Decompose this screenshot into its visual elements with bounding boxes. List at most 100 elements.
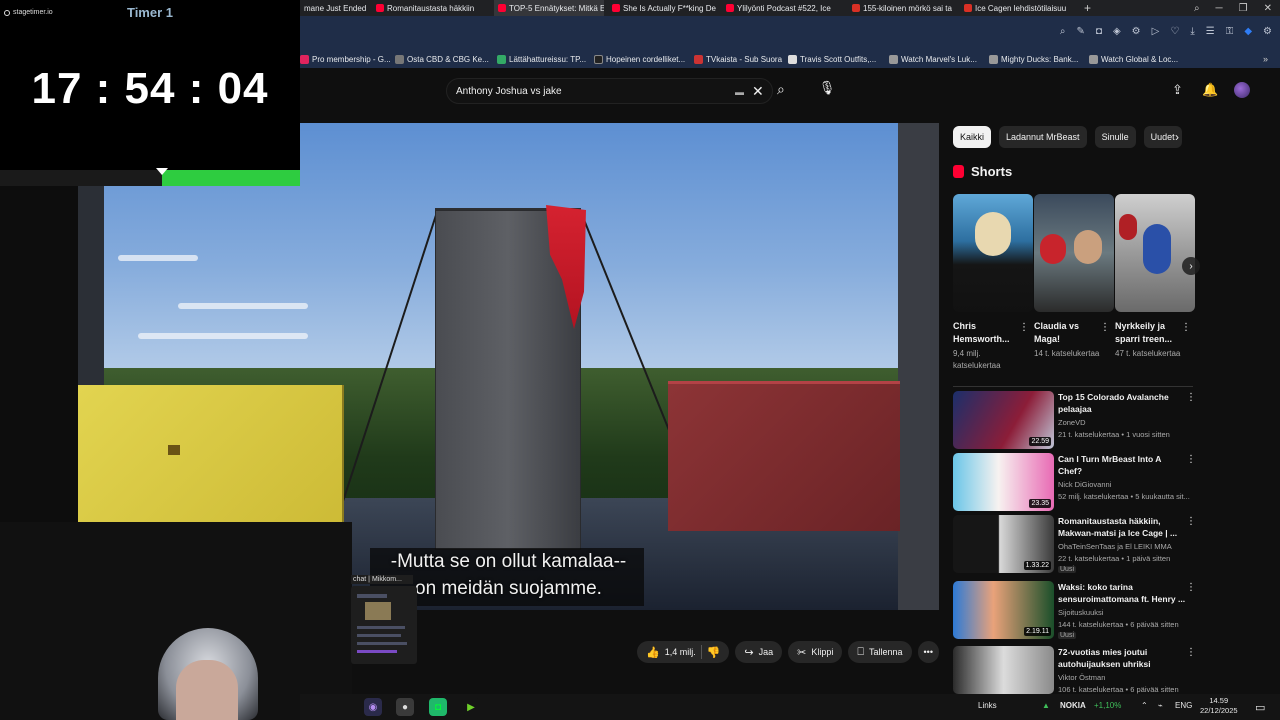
browser-tab[interactable]: mane Just Ended |	[300, 0, 368, 16]
more-icon[interactable]: ⋮	[1019, 322, 1029, 333]
search-tabs-icon[interactable]: ⌕	[1194, 3, 1200, 14]
minimize-icon[interactable]: ─	[1216, 3, 1223, 14]
shorts-next-button[interactable]: ›	[1182, 257, 1200, 275]
browser-app-icon[interactable]: ◉	[364, 698, 382, 716]
stream-app-icon[interactable]: ▶	[462, 698, 480, 716]
notification-center-icon[interactable]: ▭	[1255, 701, 1265, 714]
browser-tab[interactable]: She Is Actually F**king De	[608, 0, 718, 16]
chip-mrbeast[interactable]: Ladannut MrBeast	[999, 126, 1087, 148]
edit-icon[interactable]: ✎	[1077, 26, 1085, 37]
bookmark-item[interactable]: Mighty Ducks: Bank...	[989, 55, 1078, 64]
dislike-icon[interactable]: 👎	[707, 646, 721, 659]
more-icon[interactable]: ⋮	[1186, 454, 1196, 465]
like-count[interactable]: 1,4 milj.	[665, 647, 696, 657]
list-item[interactable]: 23.35 Can I Turn MrBeast Into A Chef? Ni…	[953, 453, 1198, 513]
video-thumbnail[interactable]: 22.59	[953, 391, 1054, 449]
discord-icon[interactable]: ◘	[429, 698, 447, 716]
extension-icon[interactable]: ◆	[1244, 26, 1252, 37]
bookmark-item[interactable]: Osta CBD & CBG Ke...	[395, 55, 489, 64]
new-tab-button[interactable]: +	[1080, 0, 1096, 16]
bookmark-item[interactable]: Watch Marvel's Luk...	[889, 55, 977, 64]
bookmark-item[interactable]: Hopeinen cordelliket...	[594, 55, 685, 64]
list-item[interactable]: 72-vuotias mies joutui autohuijauksen uh…	[953, 646, 1198, 694]
short-thumbnail[interactable]	[1115, 194, 1195, 312]
search-button[interactable]: ⌕	[777, 81, 785, 98]
more-icon[interactable]: ⋮	[1186, 516, 1196, 527]
bookmark-item[interactable]: Lättähattureissu: TP...	[497, 55, 586, 64]
short-title[interactable]: Chris Hemsworth...	[953, 320, 1015, 346]
channel-name[interactable]: Sijoituskuuksi	[1058, 608, 1103, 617]
video-title[interactable]: Top 15 Colorado Avalanche pelaajaa	[1058, 391, 1186, 415]
network-icon[interactable]: ⌁	[1158, 701, 1163, 710]
system-clock[interactable]: 14.59 22/12/2025	[1200, 696, 1238, 716]
video-title[interactable]: 72-vuotias mies joutui autohuijauksen uh…	[1058, 646, 1186, 670]
notifications-icon[interactable]: 🔔	[1202, 82, 1218, 98]
browser-tab[interactable]: TOP-5 Ennätykset: Mitkä E	[494, 0, 604, 16]
list-item[interactable]: 1.33.22 Romanitaustasta häkkiin, Makwan-…	[953, 515, 1198, 575]
video-thumbnail[interactable]: 2.19.11	[953, 581, 1054, 639]
upload-icon[interactable]: ⇪	[1172, 82, 1183, 98]
like-icon[interactable]: 👍	[646, 646, 660, 659]
short-thumbnail[interactable]	[953, 194, 1033, 312]
video-title[interactable]: Waksi: koko tarina sensuroimattomana ft.…	[1058, 581, 1186, 605]
save-button[interactable]: ⎕ Tallenna	[848, 641, 912, 663]
links-toolbar[interactable]: Links	[978, 701, 997, 710]
video-thumbnail[interactable]: 23.35	[953, 453, 1054, 511]
video-title[interactable]: Romanitaustasta häkkiin, Makwan-matsi ja…	[1058, 515, 1186, 539]
clip-button[interactable]: ✂ Klippi	[788, 641, 843, 663]
list-item[interactable]: 22.59 Top 15 Colorado Avalanche pelaajaa…	[953, 391, 1198, 451]
bookmark-item[interactable]: Travis Scott Outfits,...	[788, 55, 876, 64]
heart-icon[interactable]: ♡	[1170, 26, 1179, 37]
short-item[interactable]: Chris Hemsworth... ⋮ 9,4 milj. katseluke…	[953, 194, 1033, 370]
chip-for-you[interactable]: Sinulle	[1094, 126, 1136, 148]
app-icon[interactable]: ●	[396, 698, 414, 716]
bookmark-item[interactable]: Watch Global & Loc...	[1089, 55, 1178, 64]
more-actions-button[interactable]: •••	[917, 641, 939, 663]
taskbar-preview-window[interactable]	[351, 586, 417, 664]
more-icon[interactable]: ⋮	[1181, 322, 1191, 333]
search-input[interactable]: Anthony Joshua vs jake	[446, 78, 773, 104]
browser-tab[interactable]: 155-kiloinen mörkö sai ta	[848, 0, 956, 16]
video-thumbnail[interactable]: 1.33.22	[953, 515, 1054, 573]
browser-tab[interactable]: Ylilyönti Podcast #522, Ice	[722, 0, 834, 16]
share-button[interactable]: ↪ Jaa	[735, 641, 783, 663]
settings-icon[interactable]: ⚙	[1132, 26, 1141, 37]
video-title[interactable]: Can I Turn MrBeast Into A Chef?	[1058, 453, 1186, 477]
browser-tab[interactable]: Romanitaustasta häkkiin	[372, 0, 490, 16]
clear-search-icon[interactable]: ✕	[752, 83, 764, 100]
voice-search-icon[interactable]: 🎙	[818, 80, 836, 98]
close-icon[interactable]: ✕	[1264, 3, 1272, 14]
more-icon[interactable]: ⋮	[1186, 392, 1196, 403]
more-icon[interactable]: ⋮	[1186, 647, 1196, 658]
bookmarks-overflow-button[interactable]: »	[1263, 54, 1268, 64]
shield-icon[interactable]: ◈	[1113, 26, 1121, 37]
channel-name[interactable]: Nick DiGiovanni	[1058, 480, 1111, 489]
camera-icon[interactable]: ◘	[1096, 26, 1102, 37]
short-item[interactable]: Nyrkkeily ja sparri treen... ⋮ 47 t. kat…	[1115, 194, 1195, 358]
list-item[interactable]: 2.19.11 Waksi: koko tarina sensuroimatto…	[953, 581, 1198, 641]
chevron-up-icon[interactable]: ⌃	[1141, 701, 1148, 710]
browser-tab[interactable]: Ice Cagen lehdistötilaisuu	[960, 0, 1072, 16]
search-icon[interactable]: ⌕	[1060, 26, 1066, 37]
bookmark-item[interactable]: Pro membership - G...	[300, 55, 391, 64]
restore-icon[interactable]: ❐	[1239, 3, 1248, 14]
lock-icon[interactable]: ⚿	[1226, 26, 1234, 37]
avatar[interactable]	[1234, 82, 1250, 98]
language-indicator[interactable]: ENG	[1175, 701, 1192, 710]
chip-all[interactable]: Kaikki	[953, 126, 992, 148]
channel-name[interactable]: OhaTeinSenTaas ja El LEIKI MMA	[1058, 542, 1172, 551]
channel-name[interactable]: Viktor Östman	[1058, 673, 1105, 682]
play-icon[interactable]: ▷	[1152, 26, 1160, 37]
keyboard-icon[interactable]: ▬	[735, 87, 744, 97]
more-icon[interactable]: ⋮	[1186, 582, 1196, 593]
download-icon[interactable]: ⤓	[1190, 26, 1194, 37]
menu-icon[interactable]: ☰	[1206, 26, 1215, 37]
video-thumbnail[interactable]	[953, 646, 1054, 694]
chevron-right-icon[interactable]: ›	[1175, 130, 1179, 144]
channel-name[interactable]: ZoneVD	[1058, 418, 1086, 427]
short-thumbnail[interactable]	[1034, 194, 1114, 312]
more-icon[interactable]: ⋮	[1100, 322, 1110, 333]
bookmark-item[interactable]: TVkaista - Sub Suora	[694, 55, 782, 64]
short-title[interactable]: Nyrkkeily ja sparri treen...	[1115, 320, 1177, 346]
short-item[interactable]: Claudia vs Maga! ⋮ 14 t. katselukertaa	[1034, 194, 1114, 358]
